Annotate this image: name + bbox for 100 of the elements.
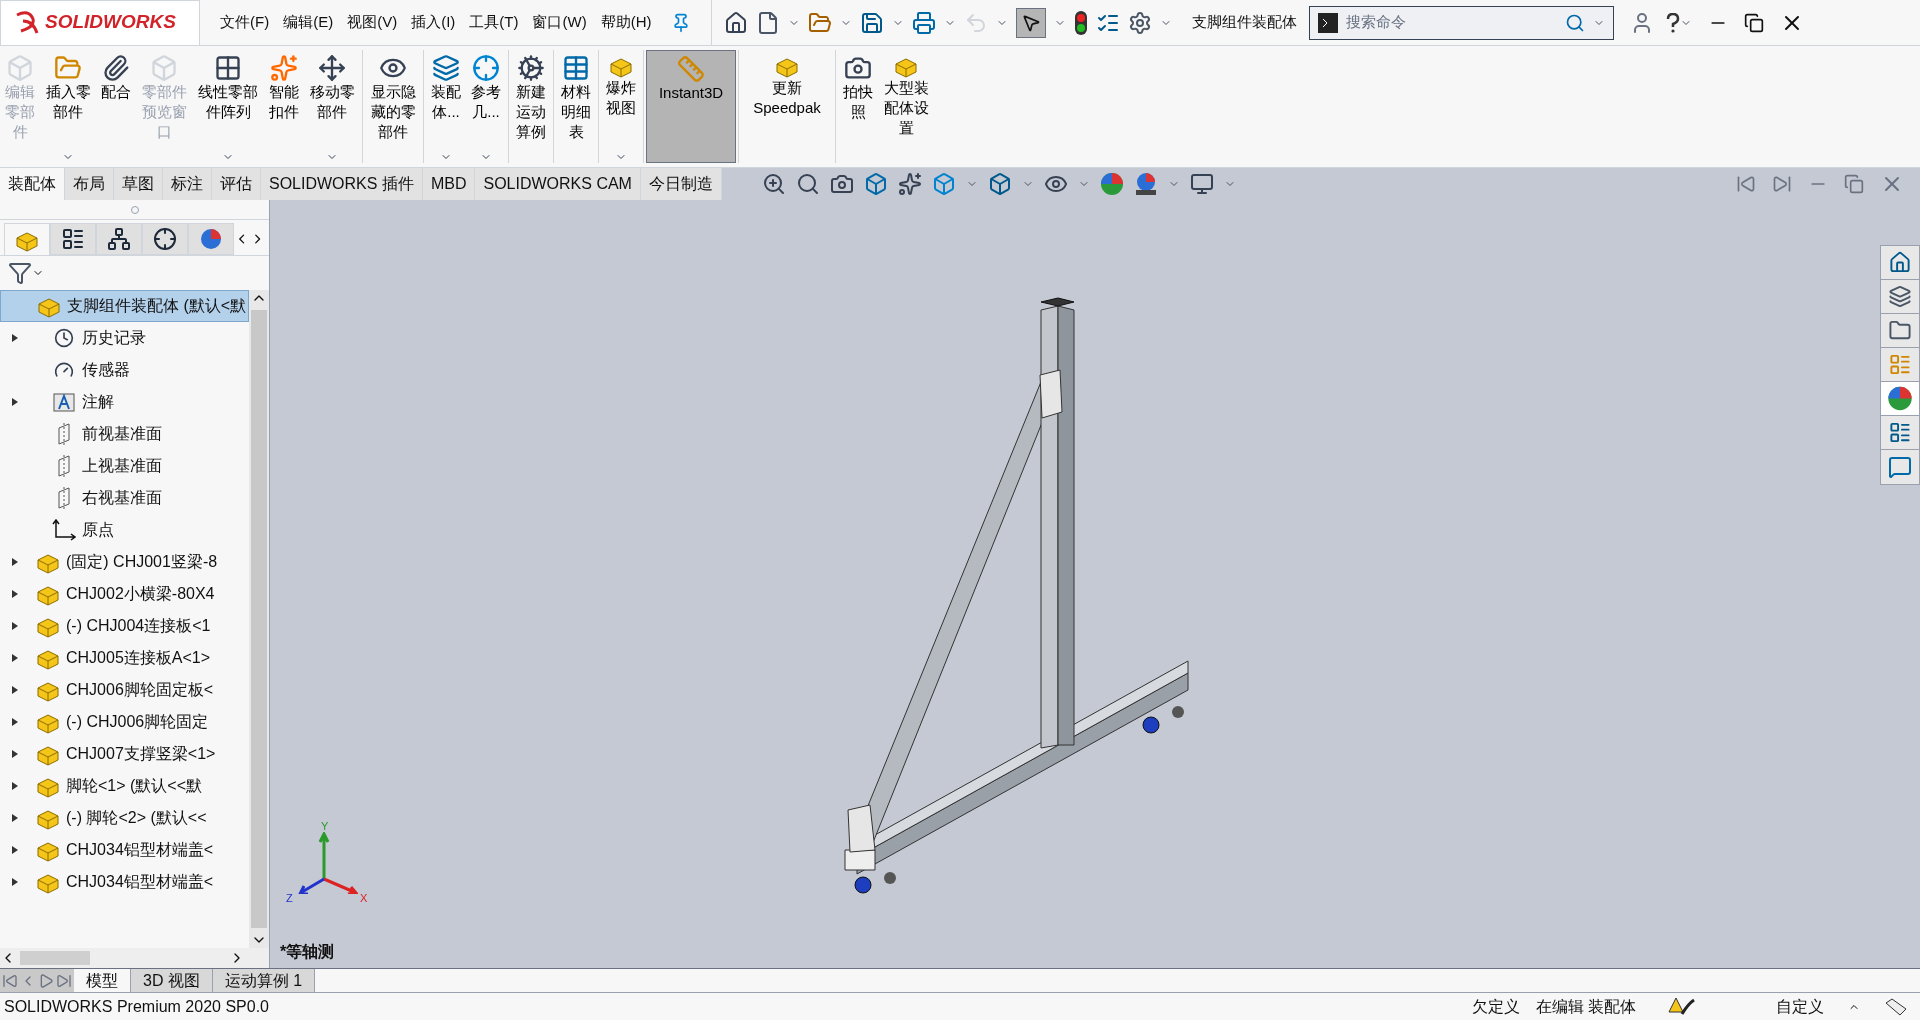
expand-arrow-icon[interactable] <box>11 333 19 343</box>
panel-tab[interactable] <box>142 223 189 255</box>
home-icon[interactable] <box>724 10 749 35</box>
panel-right-icon[interactable] <box>1772 174 1792 194</box>
open-folder-icon[interactable] <box>808 10 833 35</box>
panel-tab[interactable] <box>96 223 143 255</box>
expand-arrow-icon[interactable] <box>11 717 19 727</box>
tree-item[interactable]: CHJ002小横梁-80X4 <box>0 578 249 610</box>
printer-icon[interactable] <box>912 10 937 35</box>
graphics-viewport[interactable]: Y Z X *等轴测 <box>270 200 1920 968</box>
expand-arrow-icon[interactable] <box>11 813 19 823</box>
search-icon[interactable] <box>1565 12 1586 33</box>
ribbon-button[interactable]: 新建运动算例 <box>511 50 551 163</box>
expand-arrow-icon[interactable] <box>11 397 19 407</box>
appearance-ball-icon[interactable] <box>1099 172 1124 196</box>
search-box[interactable]: 搜索命令 <box>1309 5 1615 40</box>
help-icon[interactable] <box>1666 12 1681 33</box>
ribbon-button[interactable]: 线性零部件阵列 <box>192 50 264 163</box>
display-style-icon[interactable] <box>987 172 1012 196</box>
restore-icon[interactable] <box>1744 12 1765 33</box>
command-tab[interactable]: MBD <box>422 168 476 200</box>
menu-item[interactable]: 插入(I) <box>411 11 456 34</box>
ribbon-button[interactable]: 移动零部件 <box>304 50 360 163</box>
tree-item[interactable]: CHJ034铝型材端盖< <box>0 866 249 898</box>
ribbon-button[interactable]: 大型装配体设置 <box>878 50 934 163</box>
select-tool-button[interactable] <box>1016 7 1047 38</box>
tree-item[interactable]: CHJ007支撑竖梁<1> <box>0 738 249 770</box>
tree-item[interactable]: (-) CHJ004连接板<1 <box>0 610 249 642</box>
expand-arrow-icon[interactable] <box>11 749 19 759</box>
previous-view-icon[interactable] <box>829 172 854 196</box>
traffic-light-icon[interactable] <box>1074 9 1089 36</box>
command-tab[interactable]: 装配体 <box>0 168 65 200</box>
tree-item[interactable]: 脚轮<1> (默认<<默 <box>0 770 249 802</box>
dynamic-annotation-icon[interactable] <box>897 172 922 196</box>
expand-arrow-icon[interactable] <box>11 653 19 663</box>
menu-item[interactable]: 工具(T) <box>469 11 519 34</box>
menu-item[interactable]: 窗口(W) <box>532 11 587 34</box>
ribbon-button[interactable]: 材料明细表 <box>556 50 596 163</box>
section-view-icon[interactable] <box>863 172 888 196</box>
tree-item[interactable]: 原点 <box>0 514 249 546</box>
tree-item[interactable]: 上视基准面 <box>0 450 249 482</box>
ribbon-button[interactable]: 配合 <box>96 50 136 163</box>
command-tab[interactable]: 评估 <box>212 168 261 200</box>
command-tab[interactable]: 布局 <box>65 168 114 200</box>
tree-item[interactable]: (固定) CHJ001竖梁-8 <box>0 546 249 578</box>
command-tab[interactable]: 草图 <box>114 168 163 200</box>
app-logo[interactable]: SOLIDWORKS <box>0 0 200 46</box>
zoom-fit-icon[interactable] <box>761 172 786 196</box>
ribbon-button[interactable]: 装配体... <box>426 50 466 163</box>
expand-arrow-icon[interactable] <box>11 557 19 567</box>
tree-item[interactable]: CHJ034铝型材端盖< <box>0 834 249 866</box>
expand-arrow-icon[interactable] <box>11 845 19 855</box>
tree-item[interactable]: CHJ005连接板A<1> <box>0 642 249 674</box>
command-tab[interactable]: 标注 <box>163 168 212 200</box>
command-tab[interactable]: SOLIDWORKS CAM <box>475 168 641 200</box>
vertical-scrollbar[interactable] <box>249 290 269 948</box>
expand-arrow-icon[interactable] <box>11 589 19 599</box>
ribbon-button[interactable]: Instant3D <box>646 50 736 163</box>
expand-arrow-icon[interactable] <box>11 877 19 887</box>
next-tab-icon[interactable] <box>38 972 54 989</box>
menu-item[interactable]: 编辑(E) <box>283 11 334 34</box>
tree-item[interactable]: 传感器 <box>0 354 249 386</box>
save-icon[interactable] <box>860 10 885 35</box>
panel-left-icon[interactable] <box>1736 174 1756 194</box>
tree-item[interactable]: 右视基准面 <box>0 482 249 514</box>
menu-item[interactable]: 视图(V) <box>347 11 398 34</box>
menu-item[interactable]: 帮助(H) <box>600 11 652 34</box>
expand-arrow-icon[interactable] <box>11 685 19 695</box>
expand-arrow-icon[interactable] <box>11 621 19 631</box>
menu-item[interactable]: 文件(F) <box>220 11 270 34</box>
monitor-icon[interactable] <box>1189 172 1214 196</box>
expand-arrow-icon[interactable] <box>11 781 19 791</box>
panel-tab[interactable] <box>50 223 97 255</box>
tree-item[interactable]: 历史记录 <box>0 322 249 354</box>
bottom-tab[interactable]: 3D 视图 <box>131 969 213 992</box>
tree-item[interactable]: 注解 <box>0 386 249 418</box>
tag-icon[interactable] <box>1884 996 1908 1017</box>
filter-button[interactable] <box>8 261 44 285</box>
units-status[interactable]: 自定义 <box>1776 994 1824 1019</box>
ribbon-button[interactable]: 智能扣件 <box>264 50 304 163</box>
ribbon-button[interactable]: 显示隐藏的零部件 <box>365 50 421 163</box>
tree-item[interactable]: CHJ006脚轮固定板< <box>0 674 249 706</box>
tree-item[interactable]: (-) 脚轮<2> (默认<< <box>0 802 249 834</box>
search-field[interactable]: 搜索命令 <box>1346 11 1558 34</box>
ribbon-button[interactable]: 插入零部件 <box>40 50 96 163</box>
tree-item[interactable]: (-) CHJ006脚轮固定 <box>0 706 249 738</box>
zoom-area-icon[interactable] <box>795 172 820 196</box>
ribbon-button[interactable]: 爆炸视图 <box>601 50 641 163</box>
command-tab[interactable]: SOLIDWORKS 插件 <box>261 168 423 200</box>
tree-item[interactable]: 前视基准面 <box>0 418 249 450</box>
scene-ball-icon[interactable] <box>1133 172 1158 196</box>
tree-item[interactable]: 支脚组件装配体 (默认<默 <box>0 290 249 322</box>
command-tab[interactable]: 今日制造 <box>640 168 722 200</box>
first-tab-icon[interactable] <box>2 972 18 989</box>
horizontal-scrollbar[interactable] <box>0 948 269 968</box>
ribbon-button[interactable]: 参考几... <box>466 50 506 163</box>
settings-icon[interactable] <box>1128 10 1153 35</box>
ribbon-button[interactable]: 拍快照 <box>838 50 878 163</box>
bottom-tab[interactable]: 运动算例 1 <box>212 969 316 992</box>
ribbon-button[interactable]: 更新Speedpak <box>741 50 833 163</box>
